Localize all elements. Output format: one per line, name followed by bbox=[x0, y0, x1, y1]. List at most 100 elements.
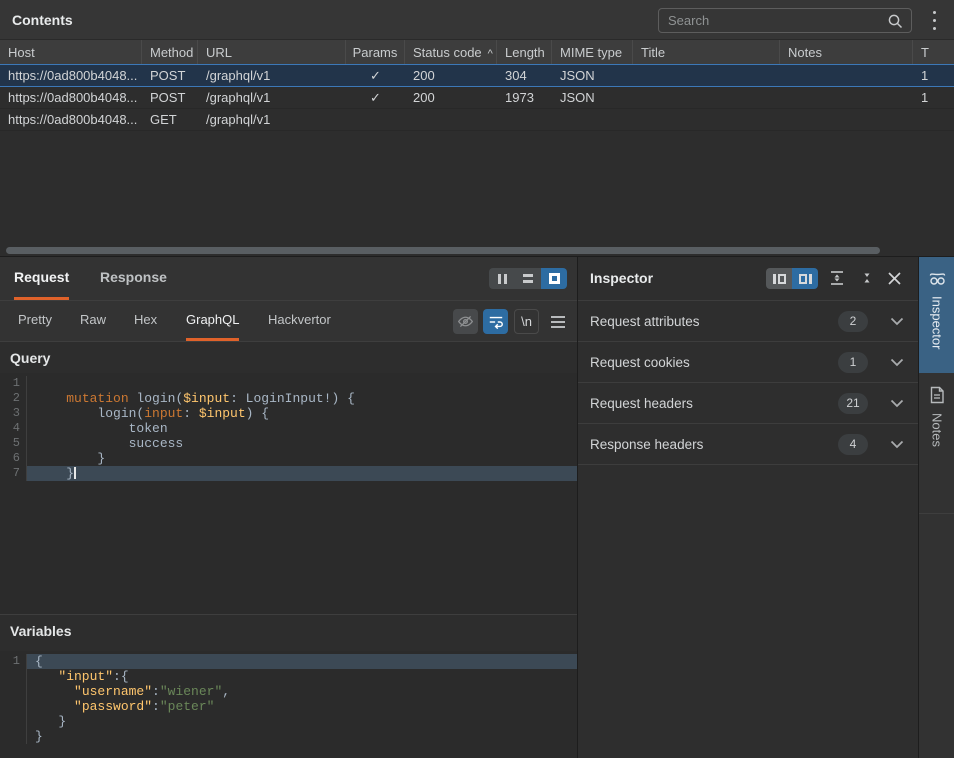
code-line[interactable]: 1{ bbox=[0, 654, 577, 669]
tab-request[interactable]: Request bbox=[14, 257, 69, 300]
sort-ascending-icon: ^ bbox=[488, 48, 493, 60]
table-body: https://0ad800b4048...POST/graphql/v1✓20… bbox=[0, 65, 954, 131]
chevron-down-icon[interactable] bbox=[890, 440, 904, 449]
side-tab-inspector[interactable]: Inspector bbox=[919, 257, 954, 373]
line-number bbox=[0, 684, 27, 699]
table-cell: POST bbox=[142, 87, 198, 108]
column-header-host[interactable]: Host bbox=[0, 40, 142, 65]
line-number: 4 bbox=[0, 421, 27, 436]
chevron-down-icon[interactable] bbox=[890, 399, 904, 408]
section-label: Response headers bbox=[590, 437, 703, 452]
show-newlines-button[interactable]: \n bbox=[514, 309, 539, 334]
side-tab-strip: Inspector Notes bbox=[918, 257, 954, 758]
view-layout-toggle bbox=[489, 268, 567, 289]
line-number bbox=[0, 729, 27, 744]
chevron-down-icon[interactable] bbox=[890, 358, 904, 367]
inspector-section-request-headers[interactable]: Request headers21 bbox=[578, 383, 918, 424]
column-header-mime-type[interactable]: MIME type bbox=[552, 40, 633, 65]
table-cell: 200 bbox=[405, 87, 497, 108]
code-text: "password":"peter" bbox=[27, 699, 577, 714]
side-tab-label: Notes bbox=[930, 413, 945, 447]
expand-all-icon[interactable] bbox=[827, 268, 847, 288]
more-options-icon[interactable] bbox=[928, 11, 940, 30]
variables-editor[interactable]: 1{ "input":{ "username":"wiener", "passw… bbox=[0, 651, 577, 758]
text-caret bbox=[74, 467, 76, 479]
inspector-section-request-cookies[interactable]: Request cookies1 bbox=[578, 342, 918, 383]
code-line[interactable]: 1 bbox=[0, 376, 577, 391]
inspector-header: Inspector bbox=[578, 257, 918, 301]
table-cell bbox=[780, 65, 913, 86]
inspector-dock-toggle bbox=[766, 268, 818, 289]
column-header-status-code[interactable]: Status code^ bbox=[405, 40, 497, 65]
hide-nonprintable-button[interactable] bbox=[453, 309, 478, 334]
subtab-hex[interactable]: Hex bbox=[134, 301, 157, 341]
query-title: Query bbox=[10, 350, 50, 366]
column-header-notes[interactable]: Notes bbox=[780, 40, 913, 65]
column-header-t[interactable]: T bbox=[913, 40, 954, 65]
table-cell bbox=[552, 109, 633, 130]
search-input[interactable] bbox=[659, 9, 911, 32]
chevron-down-icon[interactable] bbox=[890, 317, 904, 326]
code-line[interactable]: "input":{ bbox=[0, 669, 577, 684]
panel-title: Contents bbox=[12, 12, 73, 28]
code-text: } bbox=[27, 466, 577, 481]
column-header-params[interactable]: Params bbox=[346, 40, 405, 65]
code-text: } bbox=[27, 714, 577, 729]
column-header-url[interactable]: URL bbox=[198, 40, 346, 65]
table-cell bbox=[780, 109, 913, 130]
code-line[interactable]: 4 token bbox=[0, 421, 577, 436]
code-text bbox=[27, 376, 577, 391]
variables-title: Variables bbox=[10, 623, 72, 639]
dock-right-button[interactable] bbox=[792, 268, 818, 289]
table-row[interactable]: https://0ad800b4048...POST/graphql/v1✓20… bbox=[0, 64, 954, 87]
code-line[interactable]: 2 mutation login($input: LoginInput!) { bbox=[0, 391, 577, 406]
table-cell bbox=[405, 109, 497, 130]
inspector-section-response-headers[interactable]: Response headers4 bbox=[578, 424, 918, 465]
table-cell bbox=[633, 87, 780, 108]
layout-single-button[interactable] bbox=[541, 268, 567, 289]
code-line[interactable]: } bbox=[0, 714, 577, 729]
code-text: mutation login($input: LoginInput!) { bbox=[27, 391, 577, 406]
code-text: "username":"wiener", bbox=[27, 684, 577, 699]
code-text: } bbox=[27, 451, 577, 466]
table-cell: 1 bbox=[913, 87, 954, 108]
notes-icon bbox=[928, 385, 946, 405]
layout-rows-button[interactable] bbox=[515, 268, 541, 289]
subtab-graphql[interactable]: GraphQL bbox=[186, 301, 239, 341]
table-row[interactable]: https://0ad800b4048...POST/graphql/v1✓20… bbox=[0, 87, 954, 109]
word-wrap-button[interactable] bbox=[483, 309, 508, 334]
table-cell: 1973 bbox=[497, 87, 552, 108]
table-header-row: HostMethodURLParamsStatus code^LengthMIM… bbox=[0, 40, 954, 65]
code-line[interactable]: 6 } bbox=[0, 451, 577, 466]
editor-menu-icon[interactable] bbox=[545, 309, 570, 334]
close-icon[interactable] bbox=[884, 268, 904, 288]
code-line[interactable]: } bbox=[0, 729, 577, 744]
layout-columns-button[interactable] bbox=[489, 268, 515, 289]
table-cell: 200 bbox=[405, 65, 497, 86]
table-cell: https://0ad800b4048... bbox=[0, 109, 142, 130]
code-line[interactable]: "username":"wiener", bbox=[0, 684, 577, 699]
code-text: "input":{ bbox=[27, 669, 577, 684]
line-number bbox=[0, 699, 27, 714]
line-number: 6 bbox=[0, 451, 27, 466]
tab-response[interactable]: Response bbox=[100, 257, 167, 300]
collapse-all-icon[interactable] bbox=[857, 268, 877, 288]
code-line[interactable]: 3 login(input: $input) { bbox=[0, 406, 577, 421]
dock-left-button[interactable] bbox=[766, 268, 792, 289]
inspector-section-request-attributes[interactable]: Request attributes2 bbox=[578, 301, 918, 342]
table-row[interactable]: https://0ad800b4048...GET/graphql/v1 bbox=[0, 109, 954, 131]
subtab-pretty[interactable]: Pretty bbox=[18, 301, 52, 341]
code-line[interactable]: 5 success bbox=[0, 436, 577, 451]
column-header-length[interactable]: Length bbox=[497, 40, 552, 65]
horizontal-scrollbar-thumb[interactable] bbox=[6, 247, 880, 254]
subtab-hackvertor[interactable]: Hackvertor bbox=[268, 301, 331, 341]
code-line[interactable]: "password":"peter" bbox=[0, 699, 577, 714]
subtab-raw[interactable]: Raw bbox=[80, 301, 106, 341]
query-editor[interactable]: 12 mutation login($input: LoginInput!) {… bbox=[0, 373, 577, 614]
side-tab-notes[interactable]: Notes bbox=[919, 373, 954, 514]
column-header-method[interactable]: Method bbox=[142, 40, 198, 65]
column-header-title[interactable]: Title bbox=[633, 40, 780, 65]
table-cell: POST bbox=[142, 65, 198, 86]
code-line[interactable]: 7 } bbox=[0, 466, 577, 481]
table-cell bbox=[346, 109, 405, 130]
